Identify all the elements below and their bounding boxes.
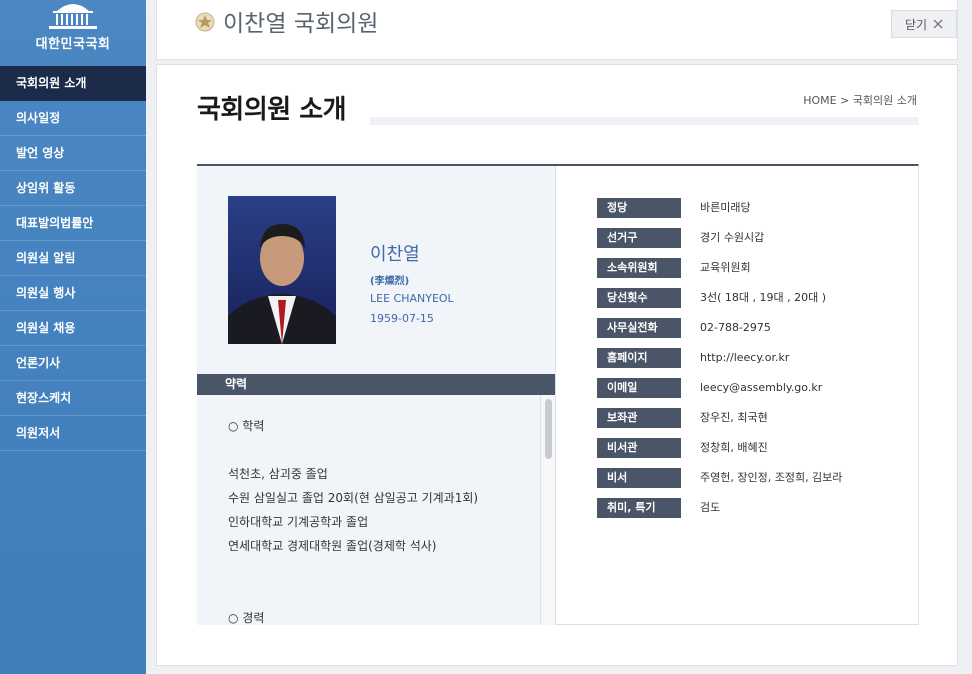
page-header: 이찬열 국회의원 닫기 — [156, 0, 958, 60]
national-emblem-icon — [195, 12, 215, 32]
info-label: 당선횟수 — [597, 288, 681, 308]
member-portrait-image — [228, 196, 336, 344]
career-line: ○ 경력 — [228, 611, 265, 625]
info-label: 보좌관 — [597, 408, 681, 428]
close-label: 닫기 — [904, 17, 928, 32]
profile-box: 이찬열 (李燦烈) LEE CHANYEOL 1959-07-15 약력 ○ 학… — [197, 164, 919, 625]
info-row: 사무실전화 02-788-2975 — [597, 318, 917, 338]
sidebar: 대한민국국회 국회의원 소개 의사일정 발언 영상 상임위 활동 대표발의법률안 의원실 … — [0, 0, 146, 674]
sidebar-item-5[interactable]: 의원실 알림 — [0, 241, 146, 276]
sidebar-item-6[interactable]: 의원실 행사 — [0, 276, 146, 311]
info-row: 취미, 특기 검도 — [597, 498, 917, 518]
info-value: 경기 수원시갑 — [700, 231, 765, 244]
info-value[interactable]: http://leecy.or.kr — [700, 348, 789, 368]
info-value: 3선( 18대 , 19대 , 20대 ) — [700, 291, 827, 304]
main-panel: 국회의원 소개 HOME > 국회의원 소개 이찬열 (李燦烈) LEE CHA… — [156, 64, 958, 666]
page-title: 국회의원 소개 — [197, 95, 347, 125]
member-name-english: LEE CHANYEOL — [370, 292, 454, 305]
info-row: 이메일 leecy@assembly.go.kr — [597, 378, 917, 398]
career-line: ○ 학력 — [228, 419, 265, 433]
member-name-korean: 이찬열 — [370, 244, 420, 265]
national-assembly-dome-icon — [49, 4, 97, 29]
info-label: 사무실전화 — [597, 318, 681, 338]
sidebar-item-8[interactable]: 언론기사 — [0, 346, 146, 381]
career-scrollbar[interactable] — [542, 395, 555, 625]
sidebar-item-10[interactable]: 의원저서 — [0, 416, 146, 451]
info-row: 소속위원회 교육위원회 — [597, 258, 917, 278]
member-header-title: 이찬열 국회의원 — [223, 11, 379, 37]
info-label: 소속위원회 — [597, 258, 681, 278]
career-line: 수원 삼일실고 졸업 20회(현 삼일공고 기계과1회) — [228, 491, 479, 505]
sidebar-item-3[interactable]: 상임위 활동 — [0, 171, 146, 206]
info-label: 선거구 — [597, 228, 681, 248]
info-value: 교육위원회 — [700, 261, 751, 274]
sidebar-item-0[interactable]: 국회의원 소개 — [0, 66, 146, 101]
career-list[interactable]: ○ 학력 석천초, 삼괴중 졸업 수원 삼일실고 졸업 20회(현 삼일공고 기… — [197, 395, 541, 625]
info-value: 주영헌, 장인정, 조정희, 김보라 — [700, 471, 843, 484]
sidebar-item-7[interactable]: 의원실 채용 — [0, 311, 146, 346]
info-row: 정당 바른미래당 — [597, 198, 917, 218]
info-row: 비서 주영헌, 장인정, 조정희, 김보라 — [597, 468, 917, 488]
info-label: 정당 — [597, 198, 681, 218]
info-value: 바른미래당 — [700, 201, 751, 214]
logo-text: 대한민국국회 — [35, 37, 111, 52]
info-row: 비서관 정창희, 배혜진 — [597, 438, 917, 458]
member-photo — [228, 196, 336, 344]
info-row: 홈페이지 http://leecy.or.kr — [597, 348, 917, 368]
info-value: 장우진, 최국현 — [700, 411, 768, 424]
profile-left-panel: 이찬열 (李燦烈) LEE CHANYEOL 1959-07-15 약력 ○ 학… — [197, 166, 556, 625]
info-value[interactable]: leecy@assembly.go.kr — [700, 378, 822, 398]
info-label: 홈페이지 — [597, 348, 681, 368]
career-line: 인하대학교 기계공학과 졸업 — [228, 515, 369, 529]
sidebar-item-2[interactable]: 발언 영상 — [0, 136, 146, 171]
career-line: 석천초, 삼괴중 졸업 — [228, 467, 328, 481]
info-row: 보좌관 장우진, 최국현 — [597, 408, 917, 428]
info-label: 비서관 — [597, 438, 681, 458]
info-label: 취미, 특기 — [597, 498, 681, 518]
close-button[interactable]: 닫기 — [891, 10, 957, 38]
member-birthdate: 1959-07-15 — [370, 312, 434, 325]
career-line: 연세대학교 경제대학원 졸업(경제학 석사) — [228, 539, 437, 553]
info-label: 비서 — [597, 468, 681, 488]
title-underline-bar — [370, 117, 919, 125]
info-row: 당선횟수 3선( 18대 , 19대 , 20대 ) — [597, 288, 917, 308]
info-value: 02-788-2975 — [700, 321, 771, 334]
close-icon — [933, 19, 943, 29]
info-value: 검도 — [700, 501, 721, 514]
sidebar-nav: 국회의원 소개 의사일정 발언 영상 상임위 활동 대표발의법률안 의원실 알림 의원실 행… — [0, 66, 146, 451]
info-row: 선거구 경기 수원시갑 — [597, 228, 917, 248]
breadcrumb: HOME > 국회의원 소개 — [803, 94, 917, 107]
sidebar-item-4[interactable]: 대표발의법률안 — [0, 206, 146, 241]
member-name-hanja: (李燦烈) — [370, 276, 410, 287]
assembly-logo[interactable]: 대한민국국회 — [0, 0, 146, 66]
info-label: 이메일 — [597, 378, 681, 398]
sidebar-item-1[interactable]: 의사일정 — [0, 101, 146, 136]
sidebar-item-9[interactable]: 현장스케치 — [0, 381, 146, 416]
info-value: 정창희, 배혜진 — [700, 441, 768, 454]
career-section-header: 약력 — [197, 374, 555, 395]
scrollbar-thumb[interactable] — [545, 399, 552, 459]
